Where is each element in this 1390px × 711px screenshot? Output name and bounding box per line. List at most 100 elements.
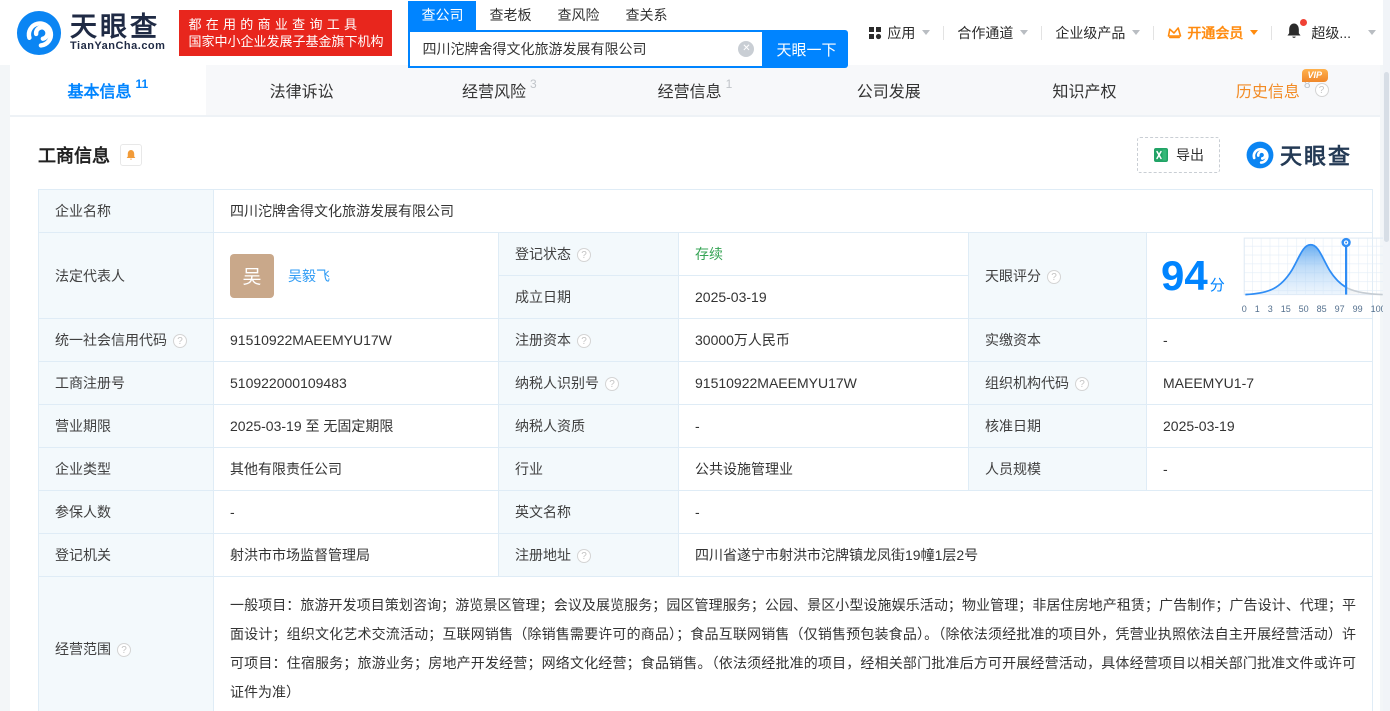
tab-basic-info[interactable]: 基本信息 11 <box>10 65 206 115</box>
chevron-down-icon <box>1020 30 1029 35</box>
table-row: 营业期限 2025-03-19 至 无固定期限 纳税人资质 - 核准日期 202… <box>38 404 1374 448</box>
bell-icon <box>126 149 136 160</box>
field-label: 核准日期 <box>968 404 1147 448</box>
field-label: 工商注册号 <box>38 361 214 405</box>
paidin-capital-value: - <box>1145 318 1374 362</box>
help-icon[interactable]: ? <box>1075 377 1089 391</box>
help-icon[interactable]: ? <box>173 334 187 348</box>
watermark-text: 天眼查 <box>1279 144 1352 169</box>
help-icon[interactable]: ? <box>577 248 591 262</box>
search-box: ✕ <box>408 30 765 68</box>
promo-line1: 都在用的商业查询工具 <box>188 16 362 32</box>
field-label: 法定代表人 <box>38 232 214 319</box>
scrollbar-thumb[interactable] <box>1384 72 1389 242</box>
business-info-table: 企业名称 四川沱牌舍得文化旅游发展有限公司 法定代表人 吴 吴毅飞 登记状态? … <box>38 189 1386 711</box>
search-tab-relation[interactable]: 查关系 <box>612 1 680 30</box>
nav-enterprise-products[interactable]: 企业级产品 <box>1055 23 1141 43</box>
field-label: 天眼评分? <box>968 232 1147 319</box>
registration-number-value: 510922000109483 <box>213 361 499 405</box>
search-block: 查公司 查老板 查风险 查关系 ✕ 天眼一下 <box>408 1 849 68</box>
help-icon[interactable]: ? <box>1047 269 1061 284</box>
chevron-down-icon <box>1132 30 1141 35</box>
tianyancha-company-page: 天眼查 TianYanCha.com 都在用的商业查询工具 国家中小企业发展子基… <box>0 0 1390 711</box>
company-tabbar: 基本信息 11 法律诉讼 经营风险 3 经营信息 1 公司发展 知识产权 历史信息 8 … <box>10 65 1380 117</box>
top-header: 天眼查 TianYanCha.com 都在用的商业查询工具 国家中小企业发展子基… <box>0 0 1390 68</box>
search-tab-boss[interactable]: 查老板 <box>476 1 544 30</box>
table-row: 统一社会信用代码? 91510922MAEEMYU17W 注册资本? 30000… <box>38 318 1374 362</box>
tab-intellectual-property[interactable]: 知识产权 <box>989 65 1185 115</box>
field-label: 营业期限 <box>38 404 214 448</box>
header-nav: 应用 合作通道 企业级产品 开通会员 超级... <box>868 19 1376 43</box>
field-label: 英文名称 <box>498 490 679 534</box>
nav-cooperation[interactable]: 合作通道 <box>957 23 1029 43</box>
staff-size-value: - <box>1145 447 1374 491</box>
business-scope-value: 一般项目：旅游开发项目策划咨询；游览景区管理；会议及展览服务；园区管理服务；公园… <box>212 576 1374 711</box>
tab-company-development[interactable]: 公司发展 <box>793 65 989 115</box>
org-code-value: MAEEMYU1-7 <box>1145 361 1374 405</box>
tab-legal-litigation[interactable]: 法律诉讼 <box>206 65 402 115</box>
nav-open-vip[interactable]: 开通会员 <box>1167 23 1259 43</box>
table-row: 登记机关 射洪市市场监督管理局 注册地址? 四川省遂宁市射洪市沱牌镇龙凤街19幢… <box>38 533 1374 577</box>
nav-apps[interactable]: 应用 <box>868 23 931 43</box>
apps-grid-icon <box>869 26 882 39</box>
help-icon[interactable]: ? <box>577 549 591 563</box>
help-icon[interactable]: ? <box>1314 83 1329 97</box>
notification-dot <box>1300 19 1308 26</box>
registration-authority-value: 射洪市市场监督管理局 <box>213 533 499 577</box>
search-tab-company[interactable]: 查公司 <box>408 1 477 30</box>
search-tab-risk[interactable]: 查风险 <box>544 1 612 30</box>
industry-value: 公共设施管理业 <box>678 447 969 491</box>
credit-code-value: 91510922MAEEMYU17W <box>213 318 499 362</box>
help-icon[interactable]: ? <box>117 643 131 657</box>
field-label: 注册地址? <box>498 533 679 577</box>
table-row: 经营范围? 一般项目：旅游开发项目策划咨询；游览景区管理；会议及展览服务；园区管… <box>38 576 1374 711</box>
legal-rep-link[interactable]: 吴毅飞 <box>288 266 330 286</box>
table-row: 企业名称 四川沱牌舍得文化旅游发展有限公司 <box>38 189 1374 233</box>
export-button[interactable]: 导出 <box>1136 137 1220 173</box>
field-label: 注册资本? <box>498 318 679 362</box>
tianyan-score-cell: 94 分 0 1 3 15 50 85 97 99 100 <box>1145 232 1386 319</box>
tab-operating-risk[interactable]: 经营风险 3 <box>401 65 597 115</box>
tianyancha-swirl-icon <box>16 10 62 55</box>
field-label: 企业名称 <box>38 189 214 233</box>
english-name-value: - <box>677 490 1374 534</box>
chevron-down-icon <box>1368 30 1376 35</box>
insured-count-value: - <box>213 490 499 534</box>
avatar[interactable]: 吴 <box>230 253 274 298</box>
nav-account[interactable]: 超级... <box>1311 23 1376 43</box>
chevron-down-icon <box>1250 30 1259 35</box>
search-button[interactable]: 天眼一下 <box>764 30 849 68</box>
subscribe-bell-button[interactable] <box>120 144 142 166</box>
promo-banner: 都在用的商业查询工具 国家中小企业发展子基金旗下机构 <box>179 9 393 56</box>
score-distribution-chart: 0 1 3 15 50 85 97 99 100 <box>1241 237 1387 314</box>
tab-history-info[interactable]: 历史信息 8 ? VIP <box>1184 65 1380 115</box>
taxpayer-id-value: 91510922MAEEMYU17W <box>678 361 969 405</box>
field-label: 企业类型 <box>38 447 214 491</box>
field-label: 登记状态? <box>498 232 679 276</box>
field-label: 纳税人识别号? <box>498 361 679 405</box>
field-label: 组织机构代码? <box>968 361 1147 405</box>
crown-icon <box>1168 27 1182 39</box>
watermark-logo: 天眼查 <box>1246 139 1352 171</box>
company-name-value: 四川沱牌舍得文化旅游发展有限公司 <box>212 189 1374 233</box>
field-label: 纳税人资质 <box>498 404 679 448</box>
search-tabs: 查公司 查老板 查风险 查关系 <box>408 1 848 30</box>
page-content: 基本信息 11 法律诉讼 经营风险 3 经营信息 1 公司发展 知识产权 历史信息 8 … <box>10 65 1386 711</box>
registered-address-value: 四川省遂宁市射洪市沱牌镇龙凤街19幢1层2号 <box>677 533 1374 577</box>
clear-search-icon[interactable]: ✕ <box>738 41 755 57</box>
logo-title: 天眼查 <box>70 11 160 42</box>
help-icon[interactable]: ? <box>605 377 619 391</box>
field-label: 实缴资本 <box>968 318 1147 362</box>
status-badge: 存续 <box>695 246 723 262</box>
help-icon[interactable]: ? <box>577 334 591 348</box>
table-row: 法定代表人 吴 吴毅飞 登记状态? 存续 天眼评分? 94 分 0 1 3 15… <box>38 232 1386 319</box>
notifications-bell[interactable] <box>1285 19 1308 43</box>
field-label: 行业 <box>498 447 679 491</box>
browser-scrollbar[interactable] <box>1383 0 1390 711</box>
promo-line2: 国家中小企业发展子基金旗下机构 <box>188 33 384 49</box>
tab-operating-info[interactable]: 经营信息 1 <box>597 65 793 115</box>
field-label: 登记机关 <box>38 533 214 577</box>
field-label: 统一社会信用代码? <box>38 318 214 362</box>
site-logo[interactable]: 天眼查 TianYanCha.com <box>16 10 165 56</box>
search-input[interactable] <box>422 41 739 57</box>
